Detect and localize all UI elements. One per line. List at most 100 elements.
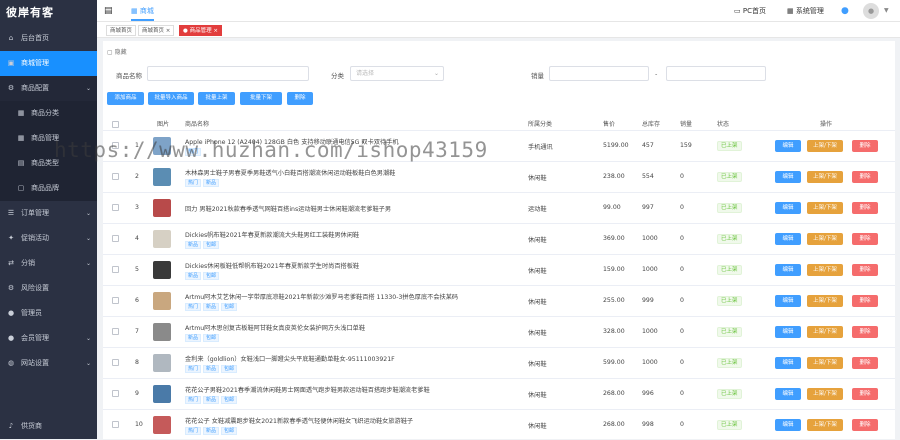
- row-checkbox[interactable]: [112, 328, 119, 335]
- sidebar-item-6[interactable]: ▢ 商品品牌: [0, 176, 97, 201]
- edit-button[interactable]: 编辑: [775, 388, 801, 400]
- tab-mall-home-2[interactable]: 商城首页 ×: [138, 25, 175, 36]
- tag-badge: 包邮: [221, 303, 238, 311]
- toggle-shelf-button[interactable]: 上架/下架: [807, 264, 843, 276]
- tag-badge: 热门: [185, 148, 202, 156]
- edit-button[interactable]: 编辑: [775, 140, 801, 152]
- toggle-shelf-button[interactable]: 上架/下架: [807, 295, 843, 307]
- sidebar-item-4[interactable]: ▦ 商品管理: [0, 126, 97, 151]
- row-checkbox[interactable]: [112, 142, 119, 149]
- toggle-shelf-button[interactable]: 上架/下架: [807, 419, 843, 431]
- sidebar-item-7[interactable]: ☰ 订单管理 ⌄: [0, 201, 97, 226]
- row-checkbox[interactable]: [112, 204, 119, 211]
- delete-row-button[interactable]: 删除: [852, 202, 878, 214]
- product-thumbnail: [153, 292, 171, 310]
- sidebar-item-label: 促销活动: [21, 234, 49, 242]
- delete-button[interactable]: 删除: [287, 92, 313, 105]
- close-icon[interactable]: ×: [166, 28, 171, 34]
- gift-icon: ✦: [8, 234, 14, 242]
- row-checkbox[interactable]: [112, 173, 119, 180]
- filter-toggle[interactable]: ▢ 隐藏: [107, 47, 127, 56]
- toggle-shelf-button[interactable]: 上架/下架: [807, 388, 843, 400]
- toggle-shelf-button[interactable]: 上架/下架: [807, 357, 843, 369]
- product-price: 255.00: [603, 297, 625, 304]
- delete-row-button[interactable]: 删除: [852, 419, 878, 431]
- edit-button[interactable]: 编辑: [775, 295, 801, 307]
- tab-mall-home[interactable]: 商城首页: [106, 25, 137, 36]
- add-goods-button[interactable]: 添加商品: [107, 92, 144, 105]
- sidebar-item-5[interactable]: ▤ 商品类型: [0, 151, 97, 176]
- product-stock: 1000: [642, 266, 658, 273]
- edit-button[interactable]: 编辑: [775, 419, 801, 431]
- edit-button[interactable]: 编辑: [775, 233, 801, 245]
- product-price: 268.00: [603, 390, 625, 397]
- edit-button[interactable]: 编辑: [775, 264, 801, 276]
- sidebar-item-8[interactable]: ✦ 促销活动 ⌄: [0, 226, 97, 251]
- delete-row-button[interactable]: 删除: [852, 326, 878, 338]
- row-checkbox[interactable]: [112, 235, 119, 242]
- row-checkbox[interactable]: [112, 390, 119, 397]
- toggle-shelf-button[interactable]: 上架/下架: [807, 202, 843, 214]
- row-checkbox[interactable]: [112, 421, 119, 428]
- tag-badge: 新品: [185, 334, 202, 342]
- sidebar-item-12[interactable]: ● 会员管理 ⌄: [0, 326, 97, 351]
- close-icon[interactable]: ×: [213, 28, 218, 34]
- chevron-up-icon: ▢: [107, 49, 115, 56]
- nav-mall[interactable]: ▦ 商城: [131, 0, 154, 21]
- batch-import-button[interactable]: 批量导入商品: [148, 92, 194, 105]
- edit-button[interactable]: 编辑: [775, 171, 801, 183]
- toggle-shelf-button[interactable]: 上架/下架: [807, 233, 843, 245]
- home-icon: ⌂: [8, 34, 14, 42]
- pc-home-link[interactable]: ▭ PC首页: [734, 0, 766, 22]
- sidebar-item-label: 会员管理: [21, 334, 49, 342]
- name-input[interactable]: [147, 66, 309, 81]
- delete-row-button[interactable]: 删除: [852, 233, 878, 245]
- sidebar-item-3[interactable]: ▦ 商品分类: [0, 101, 97, 126]
- product-thumbnail: [153, 385, 171, 403]
- tab-goods-manage[interactable]: ● 商品管理 ×: [179, 25, 222, 36]
- sidebar-item-9[interactable]: ⇄ 分销 ⌄: [0, 251, 97, 276]
- select-all-checkbox[interactable]: [112, 121, 119, 128]
- menu-fold-icon[interactable]: ▤: [104, 0, 113, 22]
- sidebar-item-13[interactable]: ◍ 网站设置 ⌄: [0, 351, 97, 376]
- sidebar-item-0[interactable]: ⌂ 后台首页: [0, 26, 97, 51]
- delete-row-button[interactable]: 删除: [852, 140, 878, 152]
- sidebar-item-1[interactable]: ▣ 商城管理: [0, 51, 97, 76]
- batch-off-button[interactable]: 批量下架: [240, 92, 282, 105]
- category-select[interactable]: 请选择 ⌄: [350, 66, 444, 81]
- delete-row-button[interactable]: 删除: [852, 295, 878, 307]
- status-badge: 已上架: [717, 141, 742, 151]
- delete-row-button[interactable]: 删除: [852, 388, 878, 400]
- toggle-shelf-button[interactable]: 上架/下架: [807, 326, 843, 338]
- sidebar-item-14[interactable]: ♪ 供货商: [0, 414, 97, 439]
- user-icon: ●: [7, 309, 15, 317]
- row-checkbox[interactable]: [112, 266, 119, 273]
- edit-button[interactable]: 编辑: [775, 202, 801, 214]
- delete-row-button[interactable]: 删除: [852, 171, 878, 183]
- edit-button[interactable]: 编辑: [775, 326, 801, 338]
- product-stock: 1000: [642, 235, 658, 242]
- avatar[interactable]: ●: [863, 3, 879, 19]
- stock-max-input[interactable]: [666, 66, 766, 81]
- status-badge: 已上架: [717, 265, 742, 275]
- product-thumbnail: [153, 168, 171, 186]
- tag-badge: 新品: [203, 179, 220, 187]
- sidebar-item-2[interactable]: ⚙ 商品配置 ⌄: [0, 76, 97, 101]
- row-checkbox[interactable]: [112, 359, 119, 366]
- sidebar-item-11[interactable]: ● 管理员: [0, 301, 97, 326]
- bell-icon[interactable]: ●: [841, 0, 849, 22]
- toggle-shelf-button[interactable]: 上架/下架: [807, 140, 843, 152]
- system-link[interactable]: ▦ 系统管理: [787, 0, 824, 22]
- delete-row-button[interactable]: 删除: [852, 264, 878, 276]
- row-checkbox[interactable]: [112, 297, 119, 304]
- chevron-down-icon[interactable]: ▼: [884, 0, 889, 22]
- batch-on-button[interactable]: 批量上架: [198, 92, 235, 105]
- delete-row-button[interactable]: 删除: [852, 357, 878, 369]
- sidebar-item-10[interactable]: ⚙ 风险设置: [0, 276, 97, 301]
- grid-icon: ▦: [17, 109, 25, 117]
- product-tags: 热门 新品: [185, 179, 221, 187]
- stock-min-input[interactable]: [549, 66, 649, 81]
- toggle-shelf-button[interactable]: 上架/下架: [807, 171, 843, 183]
- tab-bar: 商城首页 商城首页 × ● 商品管理 ×: [97, 22, 900, 38]
- edit-button[interactable]: 编辑: [775, 357, 801, 369]
